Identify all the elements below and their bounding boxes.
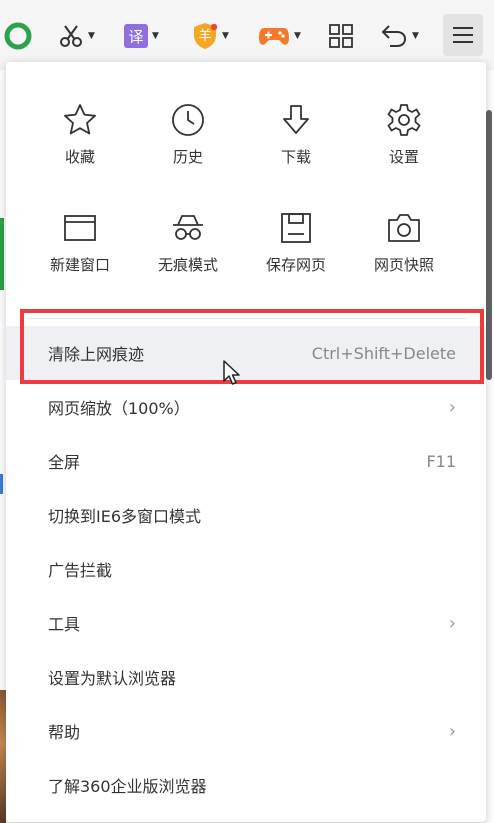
grid-item-incognito[interactable]: 无痕模式 <box>140 208 236 298</box>
chevron-down-icon: ▼ <box>152 31 159 41</box>
chevron-right-icon: › <box>448 396 456 418</box>
grid-item-label: 收藏 <box>64 148 95 166</box>
star-icon <box>60 100 100 140</box>
grid-item-history[interactable]: 历史 <box>140 100 236 190</box>
grid-item-downloads[interactable]: 下载 <box>248 100 344 190</box>
chevron-down-icon: ▼ <box>88 31 95 41</box>
menu-item-help[interactable]: 帮助 › <box>6 704 486 758</box>
clock-icon <box>168 100 208 140</box>
page-decoration <box>0 218 4 290</box>
menu-icon <box>453 27 473 43</box>
chevron-down-icon: ▼ <box>412 31 419 41</box>
menu-item-zoom[interactable]: 网页缩放（100%） › <box>6 380 486 434</box>
menu-item-label: 网页缩放（100%） <box>48 399 190 418</box>
grid-item-label: 无痕模式 <box>157 256 218 274</box>
shield-icon: 羊 <box>192 22 218 50</box>
grid-item-save-page[interactable]: 保存网页 <box>248 208 344 298</box>
grid-item-label: 下载 <box>280 148 311 166</box>
menu-item-shortcut: F11 <box>426 451 456 471</box>
page-scrollbar-thumb[interactable] <box>486 110 492 380</box>
menu-item-label: 广告拦截 <box>48 561 113 580</box>
chevron-right-icon: › <box>448 612 456 634</box>
game-button[interactable]: ▼ <box>258 16 301 56</box>
menu-item-set-default-browser[interactable]: 设置为默认浏览器 <box>6 650 486 704</box>
translate-icon: 译 <box>124 24 148 48</box>
save-icon <box>276 208 316 248</box>
menu-item-ad-block[interactable]: 广告拦截 <box>6 542 486 596</box>
browser-main-menu: 收藏 历史 下载 设置 新建窗口 无痕模式 保存网页 网页快照 清除上网痕迹 C… <box>6 62 486 822</box>
browser-logo-icon[interactable] <box>4 16 32 56</box>
menu-item-label: 全屏 <box>48 453 81 472</box>
menu-item-tools[interactable]: 工具 › <box>6 596 486 650</box>
grid-item-snapshot[interactable]: 网页快照 <box>356 208 452 298</box>
grid-item-new-window[interactable]: 新建窗口 <box>32 208 128 298</box>
screenshot-button[interactable]: ▼ <box>58 16 95 56</box>
game-icon <box>259 28 289 45</box>
translate-button[interactable]: 译 ▼ <box>124 16 159 56</box>
menu-item-label: 了解360企业版浏览器 <box>48 777 207 796</box>
menu-item-label: 设置为默认浏览器 <box>48 669 177 688</box>
page-decoration <box>0 474 3 494</box>
grid-item-label: 新建窗口 <box>49 256 110 274</box>
menu-item-label: 切换到IE6多窗口模式 <box>48 507 202 526</box>
undo-icon <box>381 25 407 47</box>
menu-item-label: 工具 <box>48 615 81 634</box>
chevron-right-icon: › <box>448 720 456 742</box>
menu-item-enterprise-edition[interactable]: 了解360企业版浏览器 <box>6 758 486 812</box>
apps-grid-icon <box>329 24 353 48</box>
window-icon <box>60 208 100 248</box>
grid-item-favorites[interactable]: 收藏 <box>32 100 128 190</box>
menu-item-label: 帮助 <box>48 723 81 742</box>
menu-item-fullscreen[interactable]: 全屏 F11 <box>6 434 486 488</box>
download-icon <box>276 100 316 140</box>
chevron-down-icon: ▼ <box>222 31 229 41</box>
menu-item-ie6-mode[interactable]: 切换到IE6多窗口模式 <box>6 488 486 542</box>
grid-item-settings[interactable]: 设置 <box>356 100 452 190</box>
highlight-annotation <box>20 309 484 384</box>
undo-button[interactable]: ▼ <box>380 16 419 56</box>
browser-toolbar: ▼ 译 ▼ 羊 ▼ ▼ ▼ <box>0 0 494 70</box>
grid-item-label: 历史 <box>172 148 203 166</box>
safe-guard-button[interactable]: 羊 ▼ <box>192 16 229 56</box>
camera-icon <box>384 208 424 248</box>
chevron-down-icon: ▼ <box>294 31 301 41</box>
apps-button[interactable] <box>328 16 354 56</box>
scissors-icon <box>60 25 82 47</box>
grid-item-label: 网页快照 <box>373 256 434 274</box>
incognito-icon <box>168 208 208 248</box>
main-menu-button[interactable] <box>443 14 483 56</box>
gear-icon <box>384 100 424 140</box>
grid-item-label: 保存网页 <box>265 256 326 274</box>
grid-item-label: 设置 <box>388 148 419 166</box>
mouse-cursor-icon <box>222 359 242 391</box>
